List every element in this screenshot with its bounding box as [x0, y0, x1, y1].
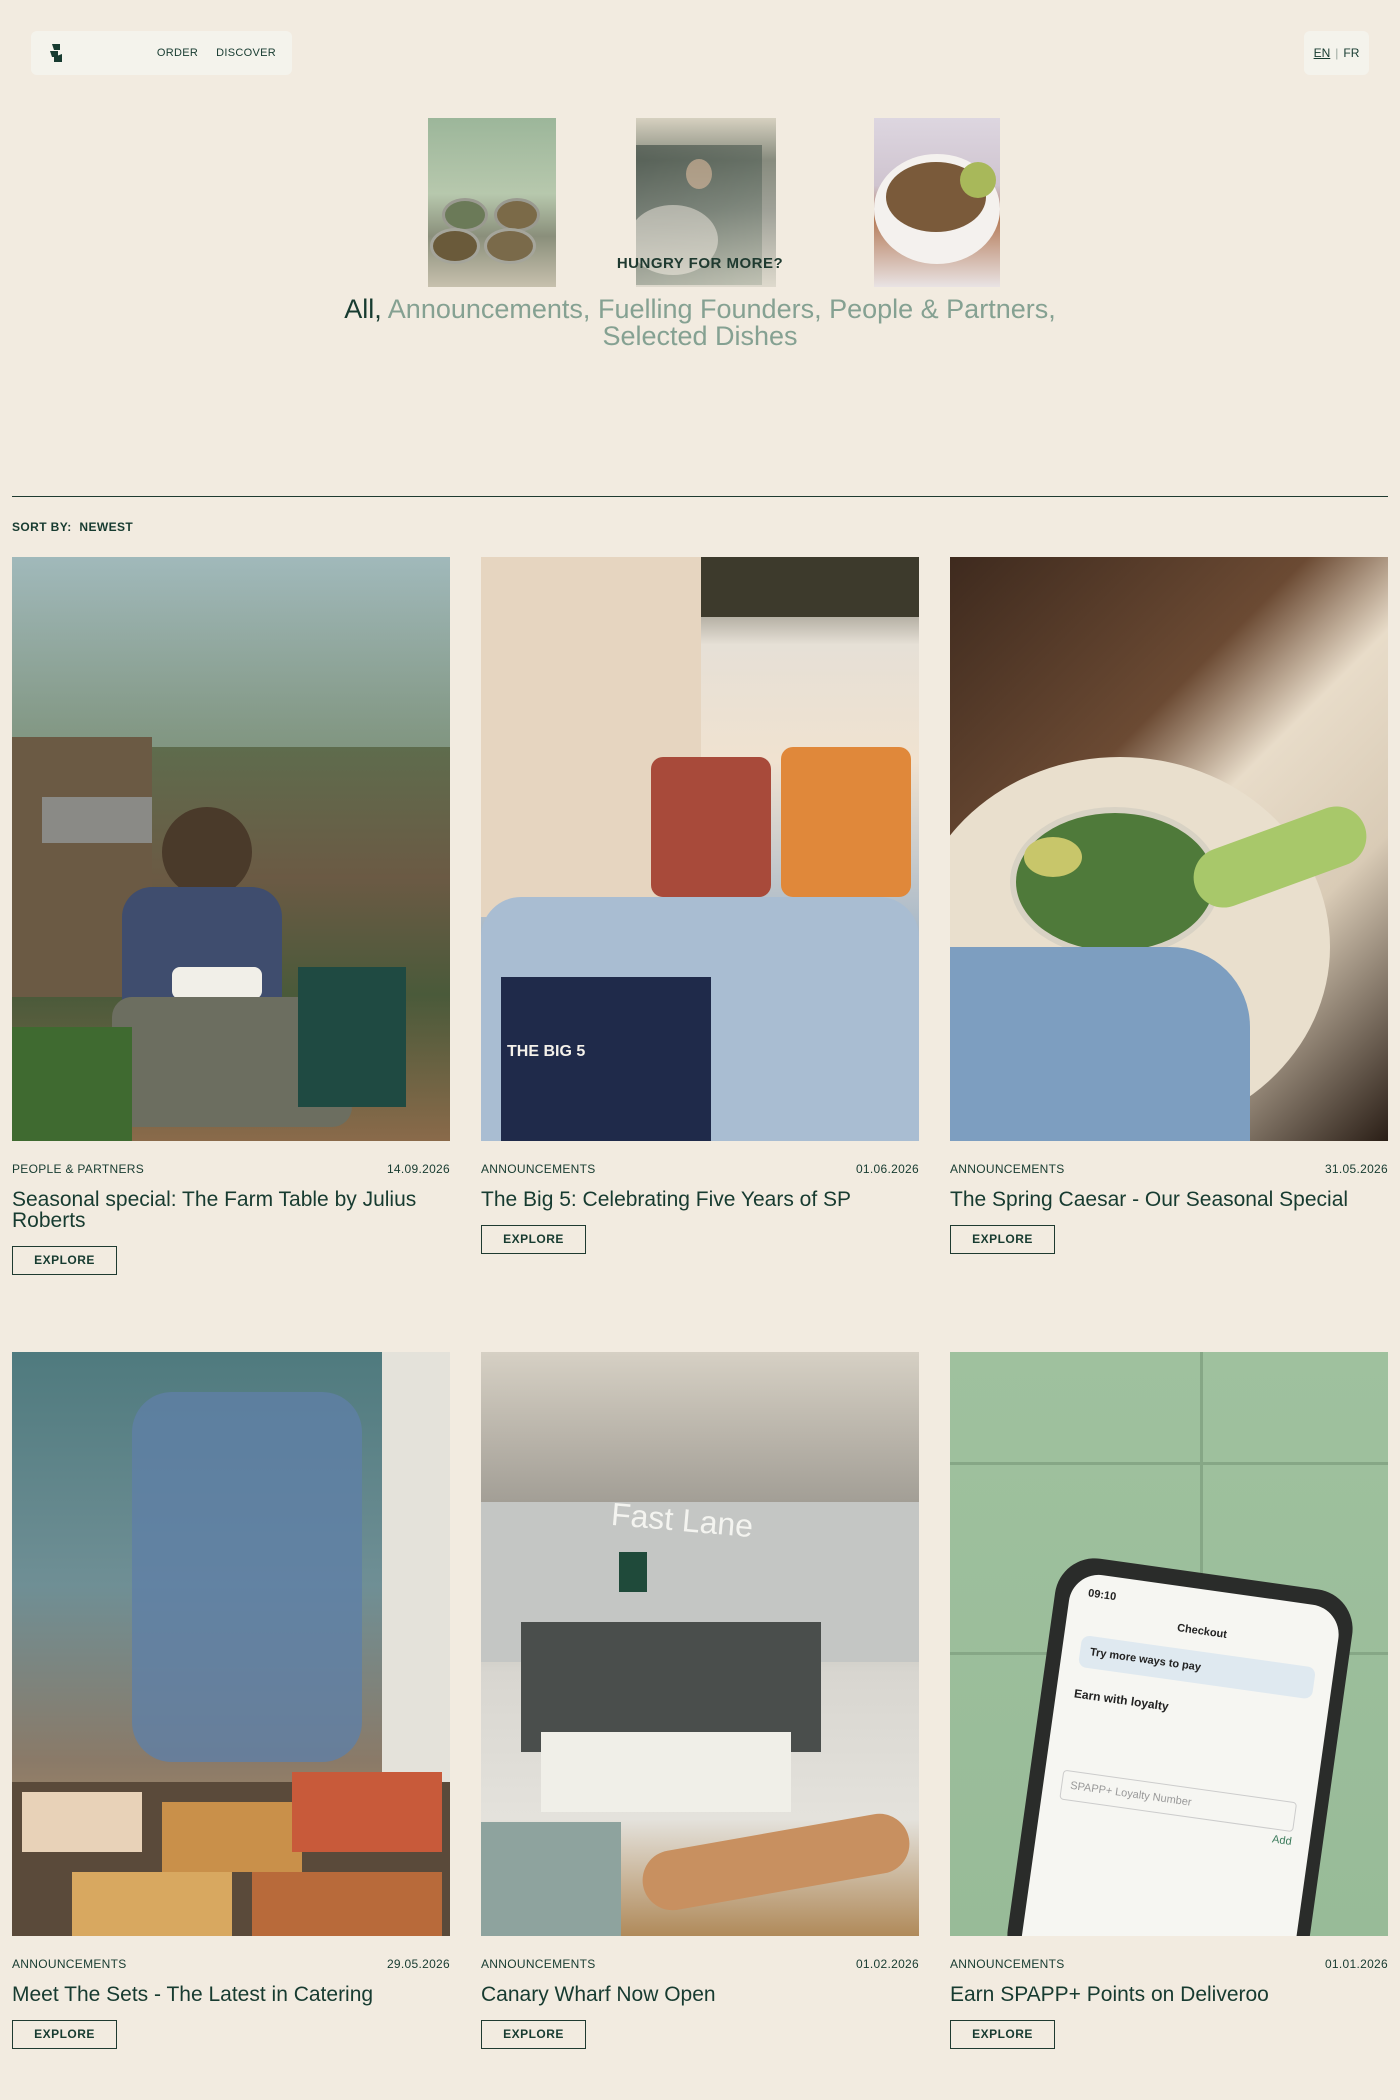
phone-screen: 09:10 Checkout Try more ways to pay Earn… [1017, 1571, 1343, 1936]
post-title[interactable]: The Spring Caesar - Our Seasonal Special [950, 1189, 1388, 1210]
post-date: 01.06.2026 [855, 1162, 919, 1176]
post-card: ANNOUNCEMENTS 31.05.2026 The Spring Caes… [950, 557, 1388, 1254]
lang-separator: | [1335, 46, 1339, 60]
post-card: THE BIG 5 ANNOUNCEMENTS 01.06.2026 The B… [481, 557, 919, 1254]
post-title[interactable]: Meet The Sets - The Latest in Catering [12, 1984, 450, 2005]
post-category[interactable]: ANNOUNCEMENTS [481, 1957, 596, 1971]
nav-discover-link[interactable]: DISCOVER [216, 47, 276, 59]
post-image-catering-sets[interactable] [12, 1352, 450, 1936]
post-date: 31.05.2026 [1324, 1162, 1388, 1176]
post-category[interactable]: ANNOUNCEMENTS [12, 1957, 127, 1971]
post-card: Fast Lane ANNOUNCEMENTS 01.02.2026 Canar… [481, 1352, 919, 2049]
post-date: 01.01.2026 [1324, 1957, 1388, 1971]
post-image-spring-caesar[interactable] [950, 557, 1388, 1141]
lang-en-link[interactable]: EN [1314, 46, 1331, 60]
post-card: PEOPLE & PARTNERS 14.09.2026 Seasonal sp… [12, 557, 450, 1275]
post-image-big-5[interactable]: THE BIG 5 [481, 557, 919, 1141]
post-category[interactable]: PEOPLE & PARTNERS [12, 1162, 144, 1176]
filter-selected-dishes[interactable]: Selected Dishes [602, 321, 797, 351]
nav-links: ORDER DISCOVER [157, 47, 276, 59]
sort-label: SORT BY: [12, 520, 72, 534]
post-date: 01.02.2026 [855, 1957, 919, 1971]
explore-button[interactable]: EXPLORE [950, 1225, 1055, 1254]
brand-logo-icon[interactable] [43, 39, 71, 67]
explore-button[interactable]: EXPLORE [12, 2020, 117, 2049]
nav-order-link[interactable]: ORDER [157, 47, 198, 59]
filter-fuelling-founders[interactable]: Fuelling Founders, [598, 294, 822, 324]
hero-heading: HUNGRY FOR MORE? [616, 255, 784, 272]
post-title[interactable]: Earn SPAPP+ Points on Deliveroo [950, 1984, 1388, 2005]
post-image-farm-table[interactable] [12, 557, 450, 1141]
apron-text: THE BIG 5 [507, 1043, 586, 1060]
filter-announcements[interactable]: Announcements, [388, 294, 591, 324]
explore-button[interactable]: EXPLORE [950, 2020, 1055, 2049]
explore-button[interactable]: EXPLORE [481, 1225, 586, 1254]
language-switcher: EN | FR [1304, 31, 1369, 75]
sort-dropdown[interactable]: NEWEST [79, 520, 133, 534]
post-category[interactable]: ANNOUNCEMENTS [481, 1162, 596, 1176]
post-image-canary-wharf[interactable]: Fast Lane [481, 1352, 919, 1936]
post-date: 29.05.2026 [386, 1957, 450, 1971]
filter-people-partners[interactable]: People & Partners, [829, 294, 1056, 324]
post-image-spapp-points[interactable]: 09:10 Checkout Try more ways to pay Earn… [950, 1352, 1388, 1936]
explore-button[interactable]: EXPLORE [12, 1246, 117, 1275]
post-card: ANNOUNCEMENTS 29.05.2026 Meet The Sets -… [12, 1352, 450, 2049]
post-category[interactable]: ANNOUNCEMENTS [950, 1957, 1065, 1971]
main-nav: ORDER DISCOVER [31, 31, 292, 75]
filter-all[interactable]: All, [344, 294, 382, 324]
sort-control: SORT BY: NEWEST [12, 520, 133, 534]
post-title[interactable]: The Big 5: Celebrating Five Years of SP [481, 1189, 919, 1210]
post-title[interactable]: Canary Wharf Now Open [481, 1984, 919, 2005]
explore-button[interactable]: EXPLORE [481, 2020, 586, 2049]
post-date: 14.09.2026 [386, 1162, 450, 1176]
lang-fr-link[interactable]: FR [1343, 46, 1359, 60]
post-title[interactable]: Seasonal special: The Farm Table by Juli… [12, 1189, 450, 1231]
post-card: 09:10 Checkout Try more ways to pay Earn… [950, 1352, 1388, 2049]
divider [12, 496, 1388, 497]
post-category[interactable]: ANNOUNCEMENTS [950, 1162, 1065, 1176]
category-filters: All, Announcements, Fuelling Founders, P… [330, 296, 1070, 350]
